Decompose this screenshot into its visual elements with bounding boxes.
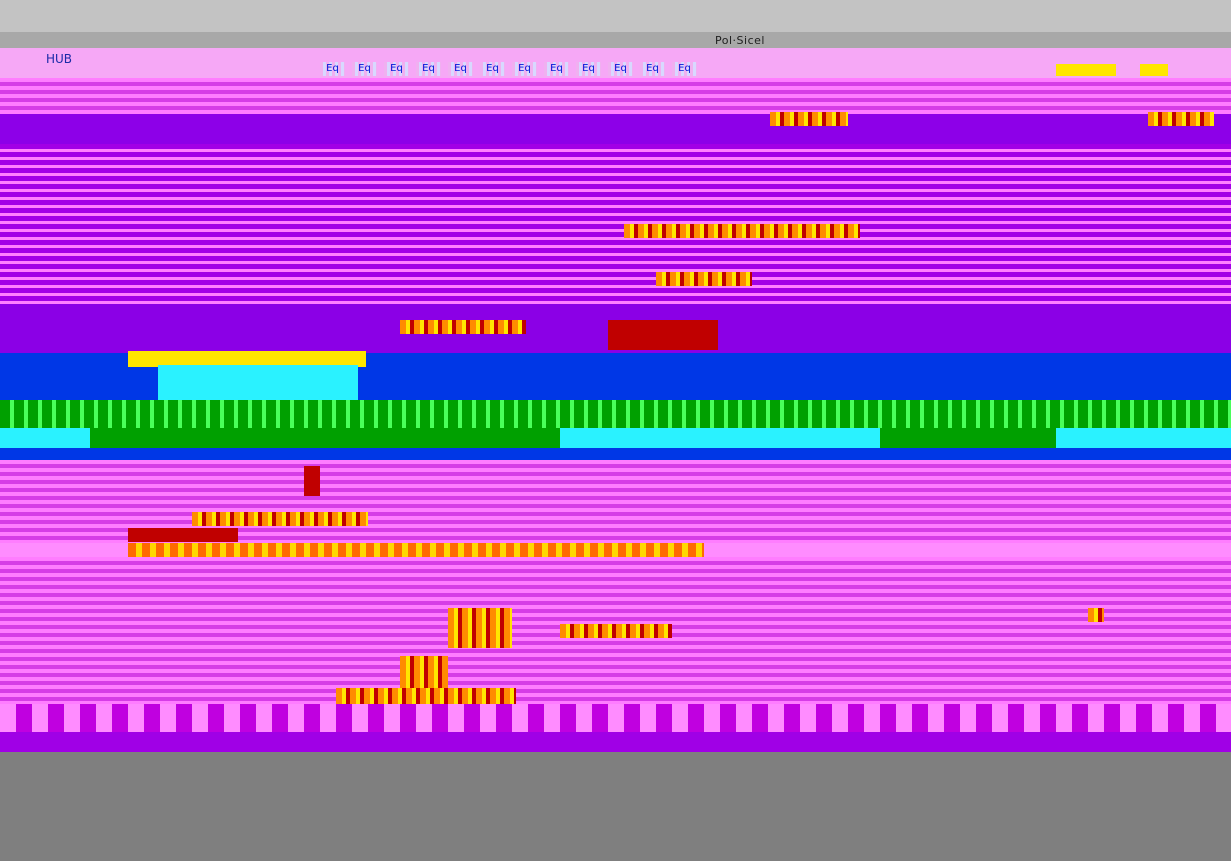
selected-row-fill	[128, 543, 704, 557]
menu-item[interactable]: Eq	[480, 62, 505, 76]
status-badge	[1140, 64, 1168, 76]
app-window: HUB Eq Eq Eq Eq Eq Eq Eq Eq Eq Eq Eq Eq	[0, 48, 1231, 752]
content-chip[interactable]	[1088, 608, 1104, 622]
menu-item[interactable]: Eq	[416, 62, 441, 76]
menu-item[interactable]: Eq	[608, 62, 633, 76]
window-title: Pol·Sicel	[715, 34, 765, 47]
menu-items: Eq Eq Eq Eq Eq Eq Eq Eq Eq Eq Eq Eq	[320, 62, 697, 76]
selection-pattern	[0, 400, 1231, 428]
content-chip[interactable]	[400, 656, 448, 688]
content-block	[608, 320, 718, 350]
menu-item[interactable]: Eq	[352, 62, 377, 76]
selection-row[interactable]	[0, 428, 1231, 448]
footer-pattern	[0, 704, 1231, 732]
content-header	[0, 114, 1231, 144]
top-system-bar	[0, 0, 1231, 32]
menu-item[interactable]: Eq	[544, 62, 569, 76]
window-titlebar[interactable]	[0, 32, 1231, 48]
menu-item[interactable]: Eq	[512, 62, 537, 76]
separator	[0, 448, 1231, 460]
menubar: HUB Eq Eq Eq Eq Eq Eq Eq Eq Eq Eq Eq Eq	[0, 48, 1231, 78]
highlight-cyan	[158, 365, 358, 401]
content-block	[128, 528, 238, 542]
content-chip[interactable]	[656, 272, 752, 286]
toolbar-chip[interactable]	[1148, 112, 1214, 126]
content-block	[304, 466, 320, 496]
menu-item[interactable]: Eq	[384, 62, 409, 76]
menu-item[interactable]: Eq	[576, 62, 601, 76]
status-bar	[0, 732, 1231, 752]
toolbar-region	[0, 78, 1231, 114]
content-area-upper	[0, 144, 1231, 304]
content-chip[interactable]	[448, 608, 512, 648]
app-label[interactable]: HUB	[46, 52, 72, 66]
content-chip[interactable]	[560, 624, 672, 638]
content-chip[interactable]	[400, 320, 526, 334]
menu-item[interactable]: Eq	[672, 62, 697, 76]
menu-item[interactable]: Eq	[320, 62, 345, 76]
status-badge	[1056, 64, 1116, 76]
content-chip[interactable]	[192, 512, 368, 526]
menu-item[interactable]: Eq	[640, 62, 665, 76]
content-chip[interactable]	[624, 224, 860, 238]
menu-item[interactable]: Eq	[448, 62, 473, 76]
toolbar-chip[interactable]	[770, 112, 848, 126]
